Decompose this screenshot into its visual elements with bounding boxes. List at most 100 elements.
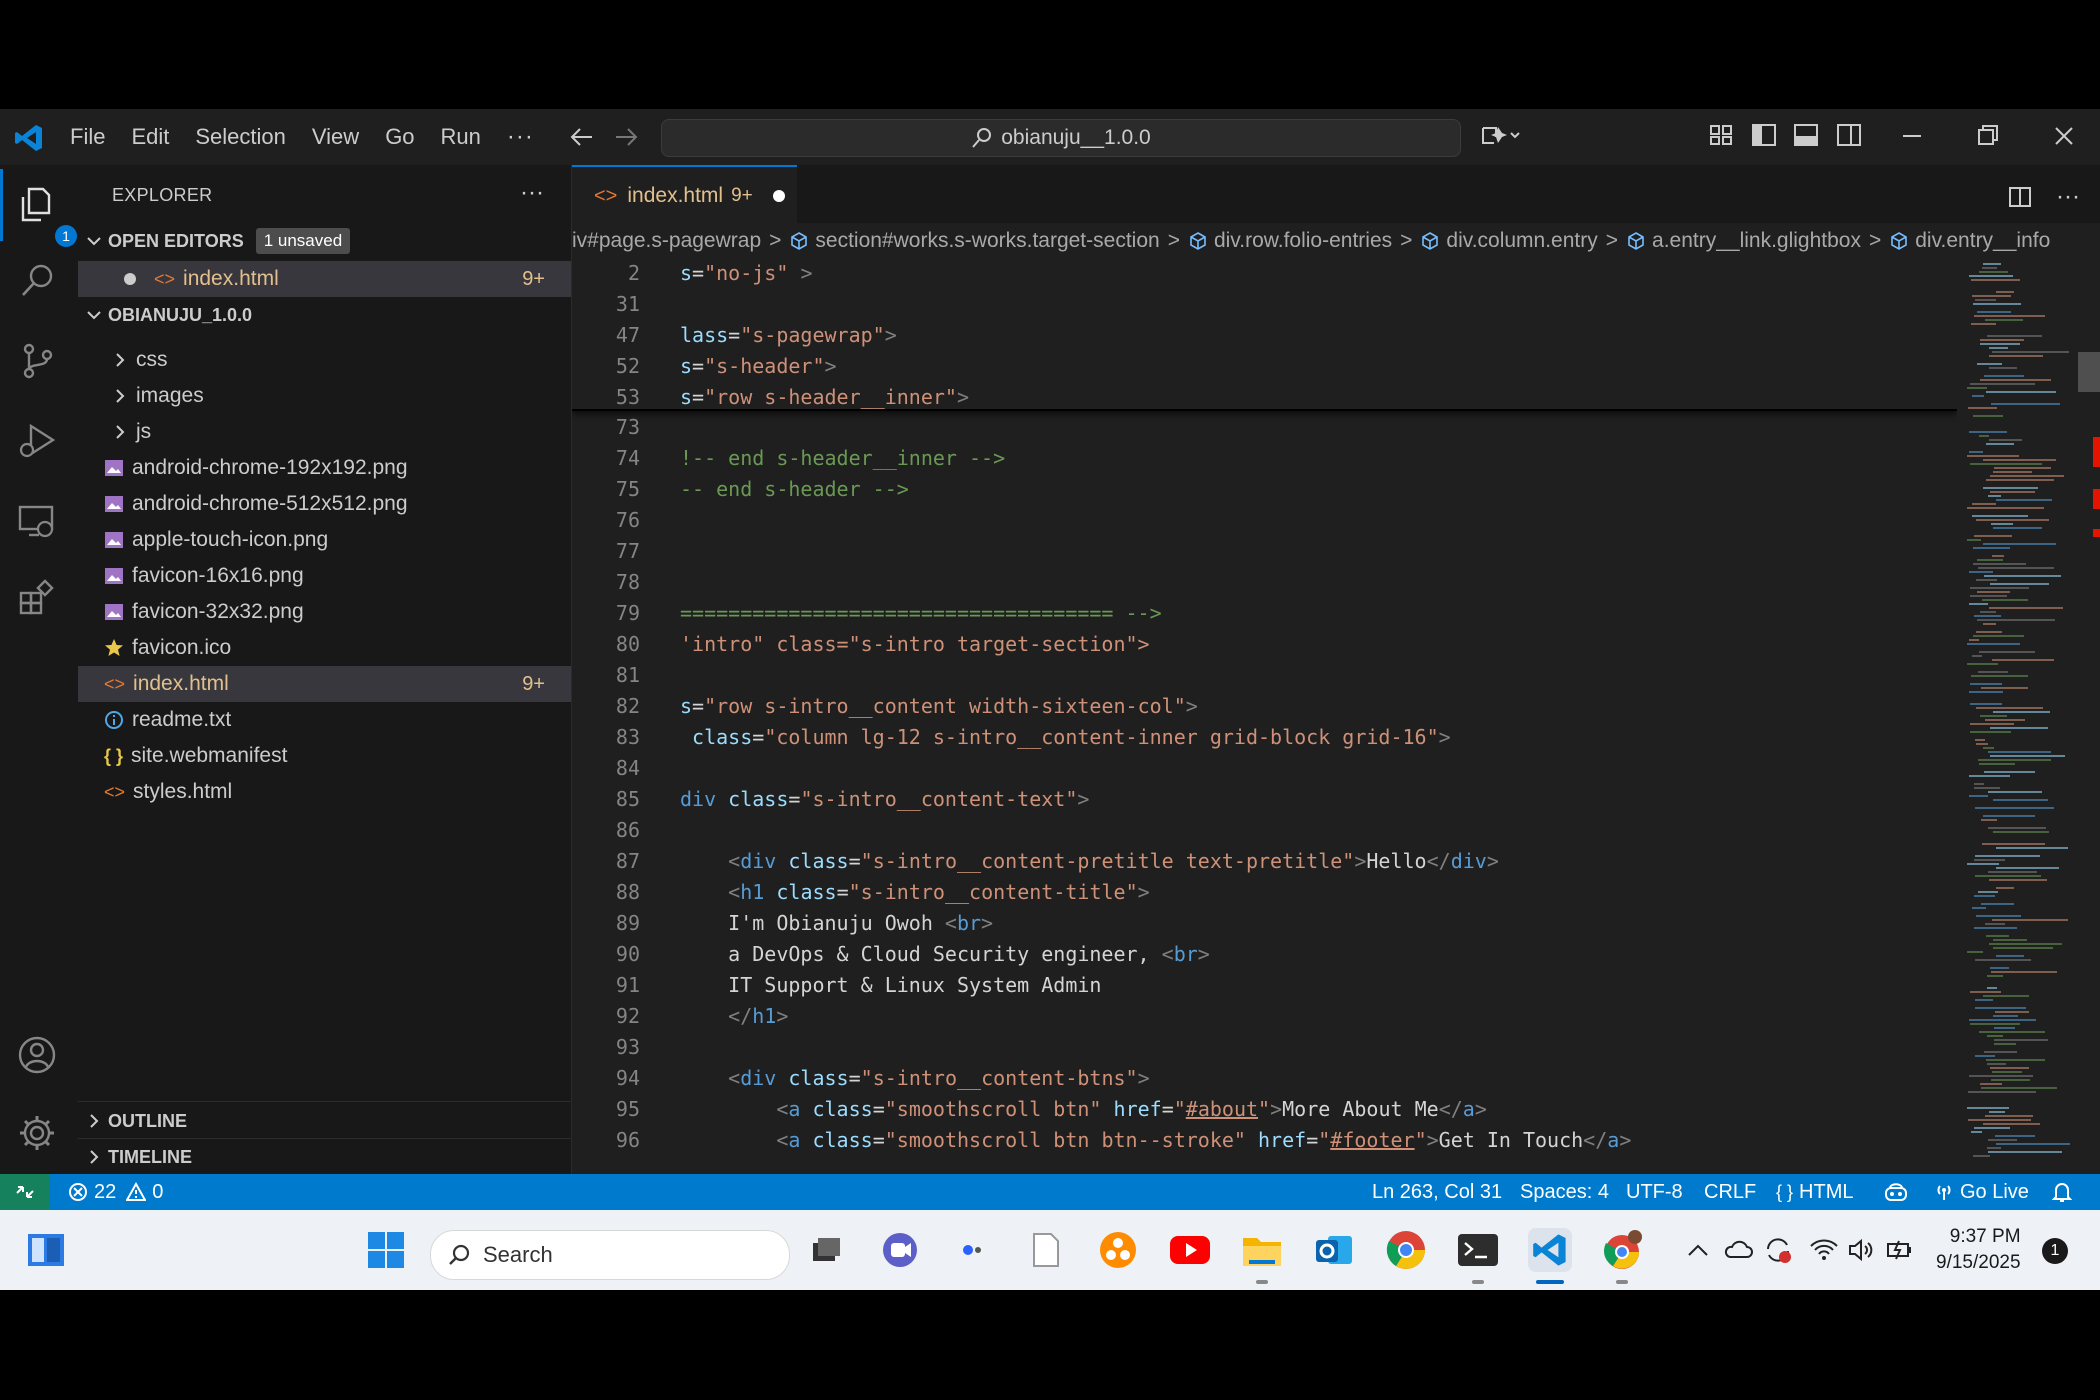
file-tree-item[interactable]: favicon-32x32.png <box>78 594 571 630</box>
widgets-icon[interactable] <box>24 1228 68 1272</box>
line-endings[interactable]: CRLF <box>1704 1174 1756 1210</box>
terminal-icon[interactable] <box>1456 1228 1500 1272</box>
file-tree-item[interactable]: <> index.html 9+ <box>78 666 571 702</box>
taskbar-search[interactable]: Search <box>430 1230 790 1280</box>
sticky-code-line[interactable]: lass="s-pagewrap"> <box>680 323 897 347</box>
tab-index-html[interactable]: <> index.html 9+ <box>572 165 797 225</box>
extensions-icon[interactable] <box>17 579 57 619</box>
menu-selection[interactable]: Selection <box>195 124 300 150</box>
source-control-icon[interactable] <box>17 341 57 381</box>
explorer-icon[interactable]: 1 <box>17 185 77 247</box>
code-editor[interactable]: 73 74 !-- end s-header__inner --> 75 -- end … <box>572 259 1957 1174</box>
problems-indicator[interactable]: 22 0 <box>68 1174 163 1210</box>
remote-explorer-icon[interactable] <box>17 501 57 541</box>
app-icon[interactable] <box>951 1228 995 1272</box>
restore-icon[interactable] <box>1976 122 2000 150</box>
start-windows-icon[interactable] <box>364 1228 408 1272</box>
forward-arrow-icon[interactable] <box>614 125 640 149</box>
file-tree-item[interactable]: favicon.ico <box>78 630 571 666</box>
chat-app-icon[interactable] <box>878 1228 922 1272</box>
file-tree-item[interactable]: favicon-16x16.png <box>78 558 571 594</box>
notification-badge[interactable]: 1 <box>2042 1238 2068 1264</box>
file-tree-item[interactable]: js <box>78 414 571 450</box>
indentation[interactable]: Spaces: 4 <box>1520 1174 1609 1210</box>
orange-app-icon[interactable] <box>1096 1228 1140 1272</box>
customize-layout-icon[interactable] <box>1709 123 1733 147</box>
copilot-status[interactable] <box>1884 1174 1908 1210</box>
vscode-logo-icon <box>14 123 44 153</box>
go-live-button[interactable]: Go Live <box>1934 1174 2029 1210</box>
run-debug-icon[interactable] <box>17 420 57 460</box>
file-tree-item[interactable]: { } site.webmanifest <box>78 738 571 774</box>
volume-icon[interactable] <box>1842 1228 1882 1272</box>
accounts-icon[interactable] <box>17 1035 57 1075</box>
language-mode[interactable]: { } HTML <box>1776 1174 1853 1210</box>
file-explorer-icon[interactable] <box>1240 1228 1284 1272</box>
open-editor-item[interactable]: <> index.html 9+ <box>78 261 571 297</box>
battery-icon[interactable] <box>1880 1228 1920 1272</box>
file-tree-item[interactable]: <> styles.html <box>78 774 571 810</box>
copilot-icon[interactable] <box>1480 123 1522 149</box>
file-tree-item[interactable]: readme.txt <box>78 702 571 738</box>
menu-more-button[interactable]: ··· <box>507 123 534 151</box>
code-line: a DevOps & Cloud Security engineer, <br> <box>680 942 1210 966</box>
sticky-code-line[interactable]: s="no-js" > <box>680 261 812 285</box>
sticky-code-line[interactable]: s="s-header"> <box>680 354 837 378</box>
file-document-icon[interactable] <box>1024 1228 1068 1272</box>
open-editors-header[interactable]: OPEN EDITORS 1 unsaved <box>78 225 571 257</box>
explorer-more-button[interactable]: ··· <box>520 179 544 207</box>
toggle-secondary-sidebar-icon[interactable] <box>1836 123 1862 147</box>
notifications-bell[interactable] <box>2052 1174 2072 1210</box>
clock[interactable]: 9:37 PM 9/15/2025 <box>1936 1224 2021 1276</box>
timeline-header[interactable]: TIMELINE <box>78 1141 571 1173</box>
breadcrumb-item[interactable]: div.column.entry <box>1446 229 1597 253</box>
minimap-line <box>1990 727 2048 729</box>
minimap[interactable] <box>1957 259 2100 1174</box>
sync-icon[interactable] <box>1758 1228 1798 1272</box>
breadcrumb-item[interactable]: div.row.folio-entries <box>1214 229 1392 253</box>
minimize-icon[interactable] <box>1900 122 1924 150</box>
chevron-up-icon[interactable] <box>1678 1228 1718 1272</box>
menu-run[interactable]: Run <box>441 124 495 150</box>
outlook-icon[interactable] <box>1312 1228 1356 1272</box>
close-icon[interactable] <box>2052 122 2076 150</box>
file-tree-item[interactable]: apple-touch-icon.png <box>78 522 571 558</box>
file-tree-item[interactable]: android-chrome-512x512.png <box>78 486 571 522</box>
youtube-icon[interactable] <box>1168 1228 1212 1272</box>
remote-indicator[interactable] <box>0 1174 50 1210</box>
menu-file[interactable]: File <box>70 124 119 150</box>
file-tree-item[interactable]: images <box>78 378 571 414</box>
minimap-line <box>1971 1131 1982 1133</box>
scrollbar-thumb[interactable] <box>2078 352 2100 392</box>
breadcrumb-item[interactable]: iv#page.s-pagewrap <box>572 229 761 253</box>
split-editor-icon[interactable] <box>2008 186 2032 208</box>
menu-edit[interactable]: Edit <box>131 124 183 150</box>
toggle-primary-sidebar-icon[interactable] <box>1751 123 1777 147</box>
cursor-position[interactable]: Ln 263, Col 31 <box>1372 1174 1502 1210</box>
breadcrumb-item[interactable]: div.entry__info <box>1915 229 2050 253</box>
encoding[interactable]: UTF-8 <box>1626 1174 1683 1210</box>
settings-gear-icon[interactable] <box>17 1113 57 1153</box>
vscode-taskbar-icon[interactable] <box>1528 1228 1572 1272</box>
breadcrumb-item[interactable]: a.entry__link.glightbox <box>1652 229 1861 253</box>
onedrive-cloud-icon[interactable] <box>1718 1228 1758 1272</box>
search-icon[interactable] <box>17 261 57 301</box>
outline-header[interactable]: OUTLINE <box>78 1105 571 1137</box>
breadcrumb-item[interactable]: section#works.s-works.target-section <box>815 229 1159 253</box>
chrome-icon[interactable] <box>1384 1228 1428 1272</box>
menu-view[interactable]: View <box>312 124 373 150</box>
file-tree-item[interactable]: css <box>78 342 571 378</box>
workspace-folder-header[interactable]: OBIANUJU_1.0.0 <box>78 299 571 331</box>
task-view-icon[interactable] <box>804 1228 848 1272</box>
wifi-icon[interactable] <box>1804 1228 1844 1272</box>
chrome-profile-icon[interactable] <box>1600 1228 1644 1272</box>
minimap-line <box>1996 887 2014 889</box>
toggle-panel-icon[interactable] <box>1793 123 1819 147</box>
unsaved-dot-icon[interactable] <box>772 190 785 202</box>
sticky-code-line[interactable]: s="row s-header__inner"> <box>680 385 969 409</box>
file-tree-item[interactable]: android-chrome-192x192.png <box>78 450 571 486</box>
more-actions-icon[interactable]: ··· <box>2056 183 2080 211</box>
menu-go[interactable]: Go <box>385 124 428 150</box>
command-center-search[interactable]: obianuju__1.0.0 <box>661 119 1461 157</box>
back-arrow-icon[interactable] <box>568 125 594 149</box>
